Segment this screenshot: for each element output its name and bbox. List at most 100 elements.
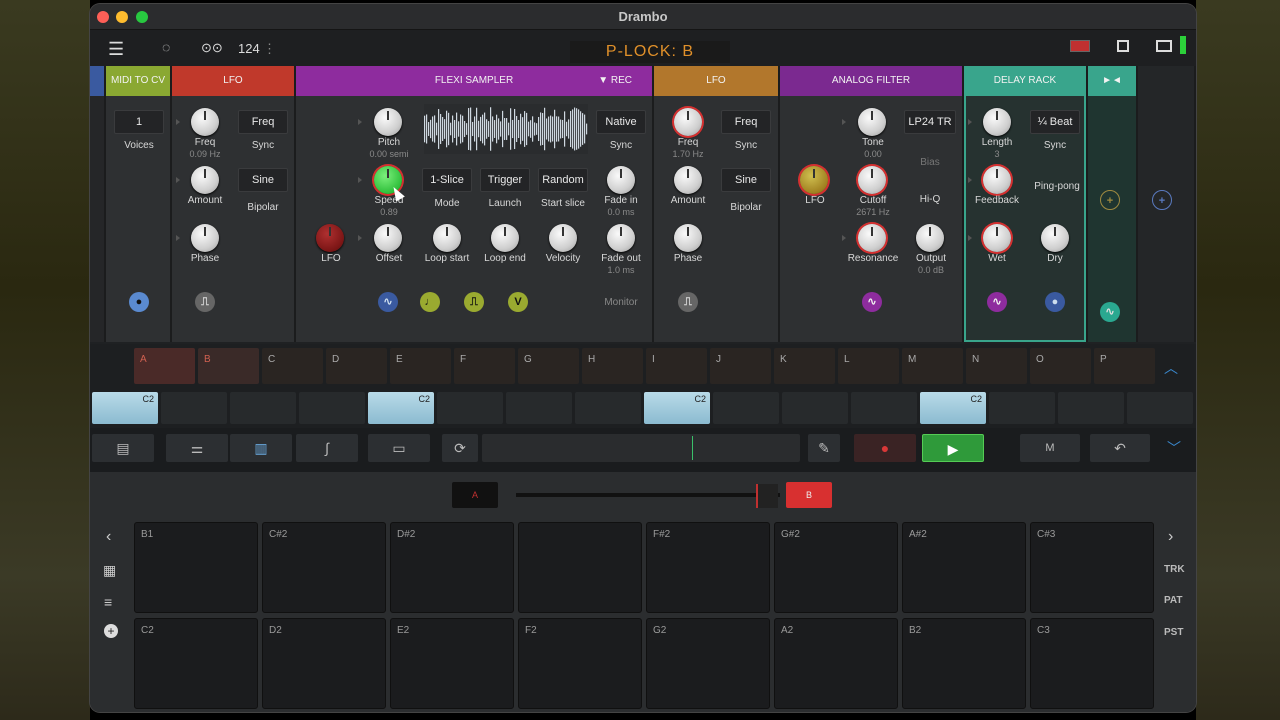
add-icon[interactable]: + xyxy=(104,624,118,638)
bipolar-toggle[interactable]: Bipolar xyxy=(238,202,288,213)
drum-pad[interactable]: B2 xyxy=(902,618,1026,709)
trigger-button[interactable]: Trigger xyxy=(480,168,530,192)
crossfader-track[interactable] xyxy=(516,493,780,497)
wet-knob[interactable] xyxy=(983,224,1011,252)
voices-value[interactable]: 1 xyxy=(114,110,164,134)
lfo-mod-knob[interactable] xyxy=(800,166,828,194)
native-button[interactable]: Native xyxy=(596,110,646,134)
collapse-up-icon[interactable]: ︿ xyxy=(1164,358,1178,378)
loop-icon[interactable]: ⟳ xyxy=(442,434,478,462)
next-octave-icon[interactable]: › xyxy=(1168,528,1173,546)
clip-slot[interactable] xyxy=(437,392,503,424)
clip-slot[interactable] xyxy=(713,392,779,424)
pattern-slot-m[interactable]: M xyxy=(902,348,963,384)
bias-label[interactable]: Bias xyxy=(904,157,956,168)
fullscreen-icon[interactable] xyxy=(1156,40,1172,52)
pattern-slot-i[interactable]: I xyxy=(646,348,707,384)
pattern-slot-e[interactable]: E xyxy=(390,348,451,384)
cutoff-knob[interactable] xyxy=(858,166,886,194)
module-title[interactable]: ANALOG FILTER xyxy=(780,66,962,96)
drum-pad[interactable]: C3 xyxy=(1030,618,1154,709)
amount-knob[interactable] xyxy=(674,166,702,194)
loop-start-knob[interactable] xyxy=(433,224,461,252)
pattern-slot-f[interactable]: F xyxy=(454,348,515,384)
freq-mode-button[interactable]: Freq xyxy=(238,110,288,134)
drum-pad[interactable]: C#3 xyxy=(1030,522,1154,613)
pattern-slot-a[interactable]: A xyxy=(134,348,195,384)
pat-button[interactable]: PAT xyxy=(1164,595,1183,606)
pattern-slot-l[interactable]: L xyxy=(838,348,899,384)
loop-end-knob[interactable] xyxy=(491,224,519,252)
phase-knob[interactable] xyxy=(674,224,702,252)
bipolar-toggle[interactable]: Bipolar xyxy=(721,202,771,213)
sine-port-icon[interactable]: ∿ xyxy=(862,292,882,312)
freq-mode-button[interactable]: Freq xyxy=(721,110,771,134)
pattern-slot-j[interactable]: J xyxy=(710,348,771,384)
list-view-icon[interactable]: ▤ xyxy=(92,434,154,462)
clip-view-icon[interactable]: ▭ xyxy=(368,434,430,462)
list-icon[interactable]: ≡ xyxy=(104,594,112,610)
clip-slot[interactable] xyxy=(851,392,917,424)
add-module-icon[interactable]: + xyxy=(1100,190,1120,210)
sequencer-view-icon[interactable]: ⚌ xyxy=(166,434,228,462)
clip-slot[interactable] xyxy=(575,392,641,424)
clip-slot[interactable] xyxy=(230,392,296,424)
module-title[interactable]: DELAY RACK xyxy=(964,66,1086,96)
length-knob[interactable] xyxy=(983,108,1011,136)
play-button[interactable]: ▶ xyxy=(922,434,984,462)
slice-button[interactable]: 1-Slice xyxy=(422,168,472,192)
sine-port-icon[interactable]: ∿ xyxy=(1100,302,1120,322)
freq-knob[interactable] xyxy=(674,108,702,136)
pattern-slot-k[interactable]: K xyxy=(774,348,835,384)
automation-view-icon[interactable]: ∫ xyxy=(296,434,358,462)
undo-icon[interactable]: ↶ xyxy=(1090,434,1150,462)
layout-toggle-icon[interactable] xyxy=(1117,40,1129,52)
beat-button[interactable]: ¼ Beat xyxy=(1030,110,1080,134)
module-title[interactable]: ►◄ xyxy=(1088,66,1136,96)
drum-pad[interactable]: C2 xyxy=(134,618,258,709)
fade-in-knob[interactable] xyxy=(607,166,635,194)
drum-pad[interactable]: A2 xyxy=(774,618,898,709)
cpu-meter-icon[interactable] xyxy=(1070,40,1090,52)
square-wave-port-icon[interactable]: ⎍ xyxy=(195,292,215,312)
record-button[interactable]: ● xyxy=(854,434,916,462)
sine-port-icon[interactable]: ∿ xyxy=(987,292,1007,312)
fade-out-knob[interactable] xyxy=(607,224,635,252)
module-title[interactable]: LFO xyxy=(172,66,294,96)
add-rack-icon[interactable]: + xyxy=(1152,190,1172,210)
drum-pad[interactable]: F2 xyxy=(518,618,642,709)
drum-pad[interactable]: D#2 xyxy=(390,522,514,613)
lfo-mod-knob[interactable] xyxy=(316,224,344,252)
hiq-toggle[interactable]: Hi-Q xyxy=(904,194,956,205)
clip-slot[interactable]: C2 xyxy=(92,392,158,424)
pattern-slot-p[interactable]: P xyxy=(1094,348,1155,384)
filter-type-button[interactable]: LP24 TR xyxy=(904,110,956,134)
drum-pad[interactable]: B1 xyxy=(134,522,258,613)
tempo-more-icon[interactable]: ⋮ xyxy=(263,41,276,57)
tempo-value[interactable]: 124 xyxy=(238,41,260,56)
velocity-knob[interactable] xyxy=(549,224,577,252)
clip-slot[interactable] xyxy=(782,392,848,424)
clip-slot[interactable] xyxy=(1058,392,1124,424)
clip-slot[interactable] xyxy=(506,392,572,424)
menu-icon[interactable]: ☰ xyxy=(108,39,124,60)
drum-pad[interactable]: E2 xyxy=(390,618,514,709)
pst-button[interactable]: PST xyxy=(1164,627,1183,638)
pattern-slot-d[interactable]: D xyxy=(326,348,387,384)
pattern-slot-h[interactable]: H xyxy=(582,348,643,384)
pattern-slot-n[interactable]: N xyxy=(966,348,1027,384)
clip-slot[interactable] xyxy=(299,392,365,424)
gate-port-icon[interactable]: ⎍ xyxy=(464,292,484,312)
prev-octave-icon[interactable]: ‹ xyxy=(106,528,111,546)
pattern-slot-c[interactable]: C xyxy=(262,348,323,384)
edit-icon[interactable]: ✎ xyxy=(808,434,840,462)
pitch-knob[interactable] xyxy=(374,108,402,136)
clip-slot[interactable] xyxy=(161,392,227,424)
feedback-knob[interactable] xyxy=(983,166,1011,194)
pingpong-toggle[interactable]: Ping-pong xyxy=(1024,181,1090,192)
freq-knob[interactable] xyxy=(191,108,219,136)
drum-pad[interactable] xyxy=(518,522,642,613)
dry-knob[interactable] xyxy=(1041,224,1069,252)
waveform-button[interactable]: Sine xyxy=(238,168,288,192)
clip-slot[interactable]: C2 xyxy=(644,392,710,424)
